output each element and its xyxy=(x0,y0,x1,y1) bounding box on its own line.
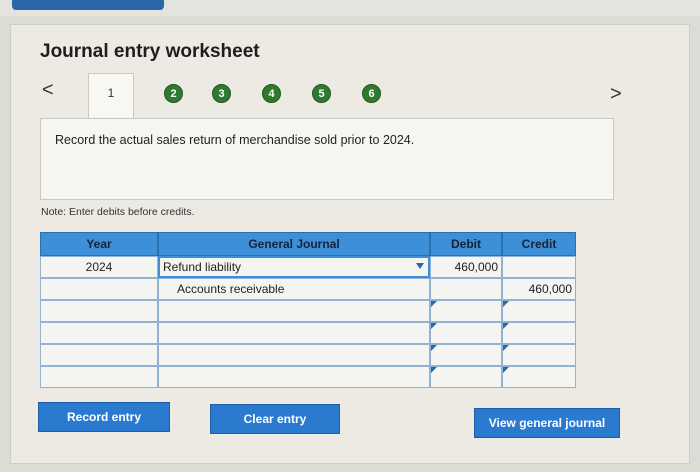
row-1-account: Refund liability xyxy=(163,260,242,274)
input-marker-icon xyxy=(431,367,437,373)
row-4-debit[interactable] xyxy=(430,322,502,344)
input-marker-icon xyxy=(431,301,437,307)
input-marker-icon xyxy=(503,367,509,373)
row-3-year[interactable] xyxy=(40,300,158,322)
next-arrow-icon[interactable]: > xyxy=(610,84,622,104)
row-4-year[interactable] xyxy=(40,322,158,344)
note-text: Note: Enter debits before credits. xyxy=(41,206,195,218)
header-credit: Credit xyxy=(502,232,576,256)
row-6-debit[interactable] xyxy=(430,366,502,388)
input-marker-icon xyxy=(503,323,509,329)
row-5-credit[interactable] xyxy=(502,344,576,366)
step-5-icon[interactable]: 5 xyxy=(312,84,331,103)
row-6-account[interactable] xyxy=(158,366,430,388)
prev-arrow-icon[interactable]: < xyxy=(42,80,54,100)
row-3-account[interactable] xyxy=(158,300,430,322)
row-2-debit[interactable] xyxy=(430,278,502,300)
row-1-credit[interactable] xyxy=(502,256,576,278)
clear-entry-button[interactable]: Clear entry xyxy=(210,404,340,434)
step-4-icon[interactable]: 4 xyxy=(262,84,281,103)
row-1-account-select[interactable]: Refund liability xyxy=(158,256,430,278)
instruction-text: Record the actual sales return of mercha… xyxy=(55,133,415,147)
top-bar xyxy=(0,0,700,16)
row-4-credit[interactable] xyxy=(502,322,576,344)
header-general-journal: General Journal xyxy=(158,232,430,256)
row-1-debit[interactable]: 460,000 xyxy=(430,256,502,278)
record-entry-button[interactable]: Record entry xyxy=(38,402,170,432)
dropdown-arrow-icon[interactable] xyxy=(416,263,424,269)
input-marker-icon xyxy=(503,345,509,351)
input-marker-icon xyxy=(431,323,437,329)
header-debit: Debit xyxy=(430,232,502,256)
step-tab-1[interactable]: 1 xyxy=(88,73,134,119)
row-5-account[interactable] xyxy=(158,344,430,366)
step-2-icon[interactable]: 2 xyxy=(164,84,183,103)
row-5-year[interactable] xyxy=(40,344,158,366)
header-year: Year xyxy=(40,232,158,256)
step-6-icon[interactable]: 6 xyxy=(362,84,381,103)
instruction-box: Record the actual sales return of mercha… xyxy=(40,118,614,200)
row-3-debit[interactable] xyxy=(430,300,502,322)
row-3-credit[interactable] xyxy=(502,300,576,322)
step-3-icon[interactable]: 3 xyxy=(212,84,231,103)
top-tab[interactable] xyxy=(12,0,164,10)
input-marker-icon xyxy=(431,345,437,351)
row-6-year[interactable] xyxy=(40,366,158,388)
view-general-journal-button[interactable]: View general journal xyxy=(474,408,620,438)
row-2-credit[interactable]: 460,000 xyxy=(502,278,576,300)
row-5-debit[interactable] xyxy=(430,344,502,366)
input-marker-icon xyxy=(503,301,509,307)
row-6-credit[interactable] xyxy=(502,366,576,388)
row-1-year[interactable]: 2024 xyxy=(40,256,158,278)
row-2-year[interactable] xyxy=(40,278,158,300)
row-2-account[interactable]: Accounts receivable xyxy=(158,278,430,300)
row-4-account[interactable] xyxy=(158,322,430,344)
page-title: Journal entry worksheet xyxy=(40,41,260,62)
